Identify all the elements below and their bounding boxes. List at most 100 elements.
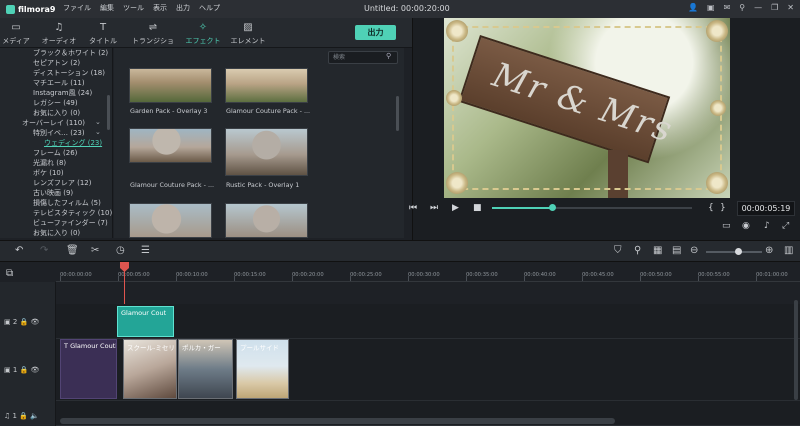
logo-text: filmora9 bbox=[18, 4, 56, 14]
lock-icon[interactable]: 🔒 bbox=[20, 366, 29, 374]
voiceover-mic-icon[interactable]: ⚲ bbox=[634, 245, 641, 256]
category-item[interactable]: 損傷したフィルム (5) bbox=[33, 198, 101, 208]
tab-elements[interactable]: ▨ エレメント bbox=[226, 22, 270, 46]
account-icon[interactable]: 👤 bbox=[688, 3, 698, 12]
category-item[interactable]: ビューファインダー (7) bbox=[33, 218, 108, 228]
volume-icon[interactable]: ♪ bbox=[764, 221, 770, 231]
track-number: 1 bbox=[12, 412, 17, 420]
render-preview-icon[interactable]: ▭ bbox=[722, 221, 731, 231]
marker-icon[interactable]: ⛉ bbox=[614, 245, 622, 256]
effects-scrollbar[interactable] bbox=[396, 96, 399, 131]
tab-media[interactable]: ▭ メディア bbox=[0, 22, 38, 46]
window-controls: 👤 ▣ ✉ ⚲ — ❐ ✕ bbox=[688, 3, 794, 12]
zoom-out-icon[interactable]: ⊖ bbox=[690, 245, 698, 256]
menu-edit[interactable]: 編集 bbox=[100, 3, 114, 13]
ruler-tick bbox=[60, 276, 61, 281]
video-clip[interactable]: プールサイド bbox=[236, 339, 289, 399]
category-item[interactable]: ブラック＆ホワイト (2) bbox=[33, 48, 108, 58]
stop-icon[interactable]: ■ bbox=[473, 203, 482, 213]
menu-help[interactable]: ヘルプ bbox=[199, 3, 220, 13]
lock-icon[interactable]: 🔒 bbox=[20, 318, 29, 326]
playback-progress-knob[interactable] bbox=[549, 204, 556, 211]
video-clip[interactable]: スクール-ミセリ bbox=[123, 339, 177, 399]
category-item[interactable]: ディストーション (18) bbox=[33, 68, 105, 78]
timeline-horizontal-scrollbar[interactable] bbox=[60, 418, 615, 424]
skip-back-icon[interactable]: ⏮ bbox=[409, 203, 417, 213]
category-item[interactable]: レガシー (49) bbox=[33, 98, 78, 108]
export-button[interactable]: 出力 bbox=[355, 25, 396, 40]
category-overlay[interactable]: オーバーレイ (110) bbox=[22, 118, 85, 128]
category-item[interactable]: Instagram風 (24) bbox=[33, 88, 92, 98]
menu-export[interactable]: 出力 bbox=[176, 3, 190, 13]
ruler-tick bbox=[176, 276, 177, 281]
category-item[interactable]: マチエール (11) bbox=[33, 78, 85, 88]
category-item[interactable]: セピアトン (2) bbox=[33, 58, 80, 68]
category-item[interactable]: ボケ (10) bbox=[33, 168, 64, 178]
tab-effects[interactable]: ✧ エフェクト bbox=[181, 22, 225, 50]
ruler-tick-label: 00:01:00:00 bbox=[756, 272, 788, 278]
zoom-slider-track[interactable] bbox=[706, 251, 762, 253]
restore-icon[interactable]: ❐ bbox=[771, 3, 778, 12]
document-duration: 00:00:20:00 bbox=[400, 4, 450, 13]
microphone-icon[interactable]: ⚲ bbox=[739, 3, 745, 12]
effect-thumbnail[interactable] bbox=[129, 68, 212, 103]
category-item[interactable]: 古い映画 (9) bbox=[33, 188, 73, 198]
save-icon[interactable]: ▣ bbox=[707, 3, 715, 12]
menu-file[interactable]: ファイル bbox=[63, 3, 91, 13]
zoom-in-icon[interactable]: ⊕ bbox=[765, 245, 773, 256]
speed-icon[interactable]: ◷ bbox=[116, 245, 125, 256]
tab-titles[interactable]: T タイトル bbox=[81, 22, 125, 46]
effect-thumbnail[interactable] bbox=[129, 203, 212, 238]
app-logo: filmora9 bbox=[6, 2, 55, 16]
play-icon[interactable]: ▶ bbox=[452, 203, 459, 213]
category-item[interactable]: お気に入り (0) bbox=[33, 108, 80, 118]
redo-icon[interactable]: ↷ bbox=[40, 245, 48, 256]
step-back-icon[interactable]: ⏭ bbox=[430, 203, 438, 213]
mail-icon[interactable]: ✉ bbox=[724, 3, 731, 12]
category-item[interactable]: テレビスタティック (10) bbox=[33, 208, 112, 218]
eye-icon[interactable]: 👁 bbox=[31, 366, 40, 374]
ruler-tick bbox=[524, 276, 525, 281]
snapshot-camera-icon[interactable]: ◉ bbox=[742, 221, 750, 231]
ruler-tick bbox=[698, 276, 699, 281]
text-t-icon: T bbox=[99, 22, 107, 33]
eye-icon[interactable]: 👁 bbox=[31, 318, 40, 326]
effect-thumbnail[interactable] bbox=[225, 128, 308, 176]
category-special-events[interactable]: 特別イベ… (23) bbox=[33, 128, 85, 138]
overlay-clip[interactable]: Glamour Cout bbox=[117, 306, 174, 337]
panel-toggle-icon[interactable]: ▥ bbox=[784, 245, 793, 256]
category-wedding[interactable]: ウェディング (23) bbox=[44, 138, 102, 148]
category-item[interactable]: お気に入り (0) bbox=[33, 228, 80, 238]
category-item[interactable]: フレーム (26) bbox=[33, 148, 77, 158]
snap-icon[interactable]: ▤ bbox=[672, 245, 681, 256]
category-item[interactable]: レンズフレア (12) bbox=[33, 178, 91, 188]
video-clip[interactable]: ポルカ・ガー bbox=[178, 339, 233, 399]
menu-view[interactable]: 表示 bbox=[153, 3, 167, 13]
close-icon[interactable]: ✕ bbox=[787, 3, 794, 12]
minimize-icon[interactable]: — bbox=[754, 3, 762, 12]
video-track-icon: ▣ bbox=[4, 366, 11, 374]
mark-in-icon[interactable]: { bbox=[708, 203, 714, 213]
add-track-icon[interactable]: ⧉ bbox=[6, 268, 13, 279]
audio-mixer-icon[interactable]: ▦ bbox=[653, 245, 662, 256]
effect-thumbnail[interactable] bbox=[129, 128, 212, 163]
category-scrollbar[interactable] bbox=[107, 95, 110, 130]
category-item[interactable]: 光漏れ (8) bbox=[33, 158, 66, 168]
chevron-down-icon[interactable]: ⌄ bbox=[95, 128, 101, 136]
search-icon[interactable]: ⚲ bbox=[386, 52, 391, 60]
mark-out-icon[interactable]: } bbox=[720, 203, 726, 213]
speaker-icon[interactable]: 🔈 bbox=[30, 412, 39, 420]
cut-icon[interactable]: ✂ bbox=[91, 245, 99, 256]
menu-tools[interactable]: ツール bbox=[123, 3, 144, 13]
chevron-down-icon[interactable]: ⌄ bbox=[95, 118, 101, 126]
undo-icon[interactable]: ↶ bbox=[15, 245, 23, 256]
tab-audio[interactable]: ♫ オーディオ bbox=[37, 22, 81, 46]
lock-icon[interactable]: 🔒 bbox=[19, 412, 28, 420]
title-clip[interactable]: T Glamour Couti bbox=[60, 339, 117, 399]
timeline-vertical-scrollbar[interactable] bbox=[794, 300, 798, 400]
effect-thumbnail[interactable] bbox=[225, 68, 308, 103]
delete-icon[interactable]: 🗑 bbox=[66, 245, 79, 256]
adjust-icon[interactable]: ☰ bbox=[141, 245, 150, 256]
effect-thumbnail[interactable] bbox=[225, 203, 308, 238]
fullscreen-icon[interactable]: ⤢ bbox=[782, 221, 789, 231]
